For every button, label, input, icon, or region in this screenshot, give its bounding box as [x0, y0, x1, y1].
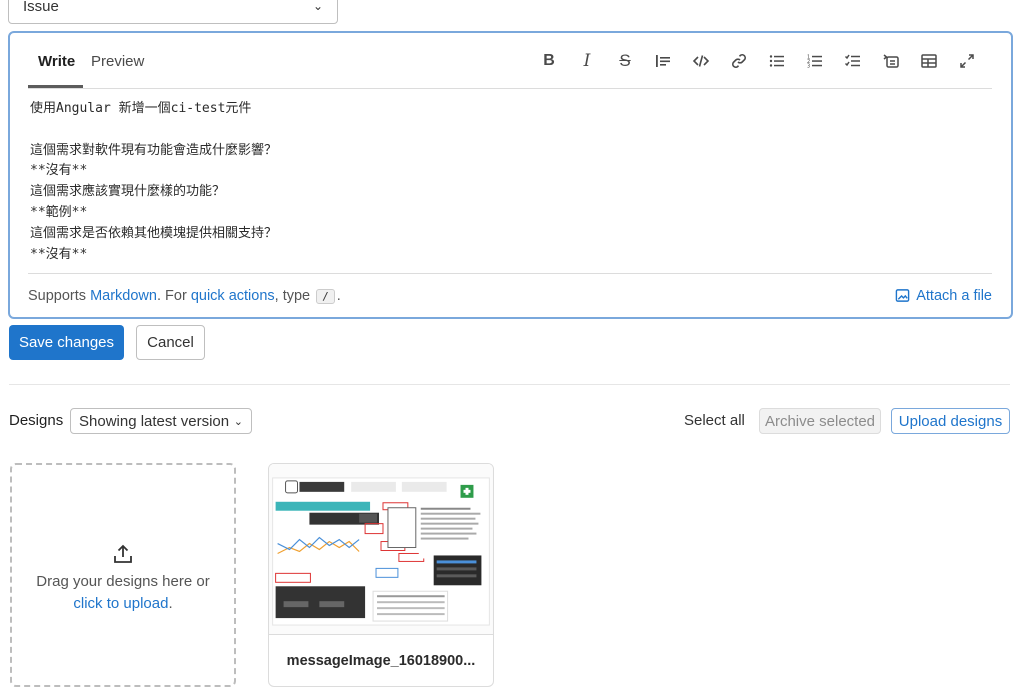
- description-editor: Write Preview B I S 123 使用Angular 新增一個ci…: [8, 31, 1013, 319]
- active-tab-indicator: [28, 85, 83, 88]
- editor-tabs: Write Preview B I S 123: [28, 33, 992, 89]
- link-icon[interactable]: [720, 45, 758, 77]
- upload-icon: [114, 544, 132, 563]
- design-card[interactable]: messageImage_16018900...: [268, 463, 494, 687]
- markdown-toolbar: B I S 123: [530, 45, 986, 77]
- chevron-down-icon: ⌄: [312, 0, 323, 13]
- svg-text:3: 3: [807, 64, 810, 70]
- image-icon: [895, 289, 910, 302]
- hint-middle: . For: [156, 287, 191, 304]
- editor-footer: Supports Markdown. For quick actions, ty…: [28, 273, 992, 317]
- issue-type-value: Issue: [23, 0, 59, 15]
- upload-designs-button[interactable]: Upload designs: [891, 408, 1010, 434]
- version-value: Showing latest version: [79, 412, 230, 430]
- fullscreen-icon[interactable]: [948, 45, 986, 77]
- tab-preview[interactable]: Preview: [91, 53, 144, 70]
- attach-file-button[interactable]: Attach a file: [895, 288, 992, 304]
- quick-actions-link[interactable]: quick actions: [191, 288, 275, 304]
- dropzone-text: Drag your designs here or: [36, 573, 210, 590]
- design-filename: messageImage_16018900...: [286, 653, 476, 669]
- numbered-list-icon[interactable]: 123: [796, 45, 834, 77]
- issue-type-select[interactable]: Issue ⌄: [8, 0, 338, 24]
- strikethrough-icon[interactable]: S: [606, 45, 644, 77]
- bullet-list-icon[interactable]: [758, 45, 796, 77]
- save-changes-button[interactable]: Save changes: [9, 325, 124, 360]
- tab-write[interactable]: Write: [38, 53, 75, 70]
- slash-kbd: /: [316, 288, 335, 304]
- chevron-down-icon: ⌄: [233, 415, 243, 428]
- table-icon[interactable]: [910, 45, 948, 77]
- click-to-upload-link[interactable]: click to upload: [73, 595, 168, 612]
- collapsible-icon[interactable]: [872, 45, 910, 77]
- dropzone-line2: click to upload.: [73, 593, 172, 615]
- markdown-hint: Supports Markdown. For quick actions, ty…: [28, 288, 341, 304]
- markdown-link[interactable]: Markdown: [90, 288, 157, 304]
- hint-suffix: .: [336, 287, 341, 304]
- hint-prefix: Supports: [28, 287, 91, 304]
- task-list-icon[interactable]: [834, 45, 872, 77]
- design-thumbnail: [269, 464, 493, 635]
- code-icon[interactable]: [682, 45, 720, 77]
- hint-type: , type: [274, 287, 311, 304]
- designs-heading: Designs: [9, 412, 64, 429]
- section-divider: [9, 384, 1010, 385]
- version-select[interactable]: Showing latest version ⌄: [70, 408, 252, 434]
- dropzone-suffix: .: [168, 595, 173, 612]
- archive-selected-button[interactable]: Archive selected: [759, 408, 881, 434]
- attach-file-label: Attach a file: [916, 287, 992, 304]
- description-textarea[interactable]: 使用Angular 新增一個ci-test元件 這個需求對軟件現有功能會造成什麼…: [30, 99, 990, 265]
- cancel-button[interactable]: Cancel: [136, 325, 205, 360]
- italic-icon[interactable]: I: [568, 45, 606, 77]
- select-all-button[interactable]: Select all: [684, 412, 745, 429]
- design-dropzone[interactable]: Drag your designs here or click to uploa…: [10, 463, 236, 687]
- bold-icon[interactable]: B: [530, 45, 568, 77]
- quote-icon[interactable]: [644, 45, 682, 77]
